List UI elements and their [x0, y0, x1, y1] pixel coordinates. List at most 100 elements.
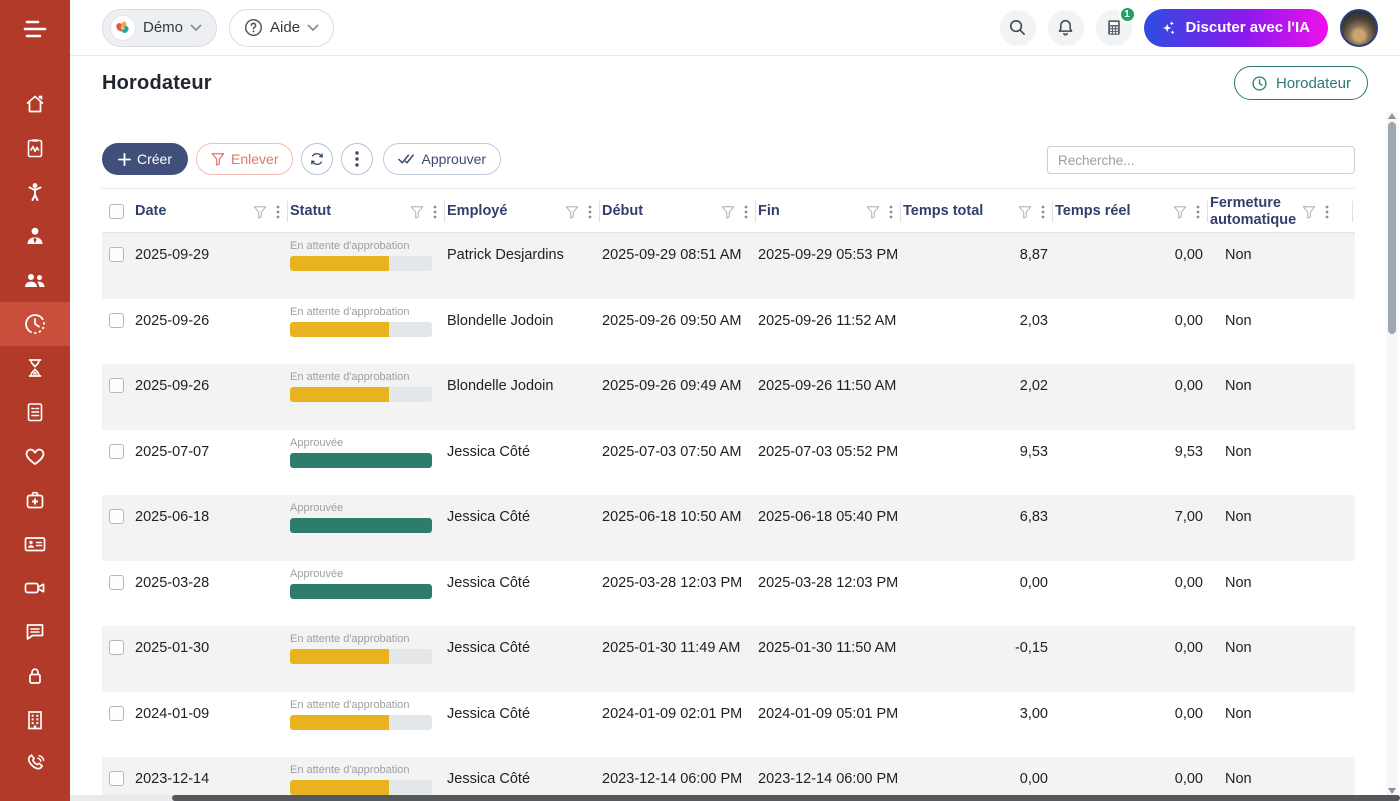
- vertical-scrollbar-thumb[interactable]: [1388, 122, 1396, 334]
- scroll-down-arrow-icon[interactable]: [1388, 788, 1396, 794]
- row-checkbox[interactable]: [109, 771, 124, 786]
- cell-total-time: 2,02: [903, 364, 1055, 394]
- status-progress-track: [290, 780, 432, 795]
- calculator-button[interactable]: 1: [1096, 10, 1132, 46]
- search-input[interactable]: [1047, 146, 1355, 174]
- sidebar-item-video[interactable]: [0, 566, 70, 610]
- column-menu-icon[interactable]: [1325, 205, 1329, 219]
- filter-icon[interactable]: [866, 205, 880, 219]
- row-checkbox[interactable]: [109, 247, 124, 262]
- help-menu[interactable]: Aide: [229, 9, 334, 47]
- sidebar-item-lock[interactable]: [0, 654, 70, 698]
- cell-employee: Blondelle Jodoin: [447, 364, 602, 394]
- scroll-up-arrow-icon[interactable]: [1388, 113, 1396, 119]
- row-checkbox[interactable]: [109, 640, 124, 655]
- cell-total-time: 6,83: [903, 495, 1055, 525]
- refresh-button[interactable]: [301, 143, 333, 175]
- first-aid-kit-icon: [23, 488, 47, 512]
- column-menu-icon[interactable]: [276, 205, 280, 219]
- remove-filter-button[interactable]: Enlever: [196, 143, 293, 175]
- column-header-statut[interactable]: Statut: [290, 189, 447, 234]
- column-header-debut[interactable]: Début: [602, 189, 758, 234]
- cell-total-time: -0,15: [903, 626, 1055, 656]
- sidebar-item-people[interactable]: [0, 258, 70, 302]
- cell-employee: Patrick Desjardins: [447, 233, 602, 263]
- cell-date: 2025-09-26: [135, 364, 290, 394]
- vertical-scrollbar[interactable]: [1386, 112, 1398, 795]
- sidebar-item-employee[interactable]: [0, 214, 70, 258]
- filter-icon[interactable]: [410, 205, 424, 219]
- bell-icon: [1056, 18, 1075, 38]
- row-checkbox[interactable]: [109, 706, 124, 721]
- table-row[interactable]: 2025-03-28 Approuvée Jessica Côté 2025-0…: [102, 561, 1355, 627]
- page-title: Horodateur: [102, 72, 212, 95]
- table-row[interactable]: 2025-06-18 Approuvée Jessica Côté 2025-0…: [102, 495, 1355, 561]
- column-menu-icon[interactable]: [1196, 205, 1200, 219]
- column-menu-icon[interactable]: [1041, 205, 1045, 219]
- cell-employee: Jessica Côté: [447, 757, 602, 787]
- more-options-button[interactable]: [341, 143, 373, 175]
- approve-button[interactable]: Approuver: [383, 143, 501, 175]
- filter-icon[interactable]: [1302, 205, 1316, 219]
- status-progress-track: [290, 322, 432, 337]
- column-menu-icon[interactable]: [588, 205, 592, 219]
- status-label: En attente d'approbation: [290, 699, 447, 711]
- row-checkbox[interactable]: [109, 575, 124, 590]
- table-row[interactable]: 2024-01-09 En attente d'approbation Jess…: [102, 692, 1355, 758]
- create-button[interactable]: Créer: [102, 143, 188, 175]
- sidebar-item-phone[interactable]: [0, 742, 70, 786]
- calculator-badge: 1: [1119, 6, 1136, 23]
- ai-chat-button[interactable]: Discuter avec l'IA: [1144, 9, 1328, 47]
- sidebar-item-reports[interactable]: [0, 126, 70, 170]
- horizontal-scrollbar[interactable]: [70, 795, 1400, 801]
- filter-icon[interactable]: [1018, 205, 1032, 219]
- question-circle-icon: [244, 18, 263, 37]
- menu-toggle-button[interactable]: [0, 6, 70, 52]
- user-avatar[interactable]: [1340, 9, 1378, 47]
- filter-icon[interactable]: [721, 205, 735, 219]
- search-button[interactable]: [1000, 10, 1036, 46]
- table-row[interactable]: 2025-09-26 En attente d'approbation Blon…: [102, 364, 1355, 430]
- view-selector-button[interactable]: Horodateur: [1234, 66, 1368, 100]
- row-checkbox[interactable]: [109, 378, 124, 393]
- column-menu-icon[interactable]: [889, 205, 893, 219]
- column-menu-icon[interactable]: [433, 205, 437, 219]
- company-switcher[interactable]: Démo: [102, 9, 217, 47]
- column-menu-icon[interactable]: [744, 205, 748, 219]
- cell-auto-close: Non: [1210, 430, 1355, 460]
- sidebar-item-first-aid[interactable]: [0, 478, 70, 522]
- status-progress-fill: [290, 780, 389, 795]
- sidebar-item-time-clock[interactable]: [0, 302, 70, 346]
- column-header-date[interactable]: Date: [135, 189, 290, 234]
- horizontal-scrollbar-thumb[interactable]: [172, 795, 1400, 801]
- table-row[interactable]: 2025-01-30 En attente d'approbation Jess…: [102, 626, 1355, 692]
- lock-icon: [23, 664, 47, 688]
- column-header-employe[interactable]: Employé: [447, 189, 602, 234]
- column-header-temps-total[interactable]: Temps total: [903, 189, 1055, 234]
- sidebar-item-id-card[interactable]: [0, 522, 70, 566]
- table-row[interactable]: 2025-09-29 En attente d'approbation Patr…: [102, 233, 1355, 299]
- column-header-temps-reel[interactable]: Temps réel: [1055, 189, 1210, 234]
- table-row[interactable]: 2025-07-07 Approuvée Jessica Côté 2025-0…: [102, 430, 1355, 496]
- column-header-fermeture-automatique[interactable]: Fermeture automatique: [1210, 189, 1355, 234]
- cell-end: 2025-09-26 11:52 AM: [758, 299, 903, 329]
- sidebar-item-chat[interactable]: [0, 610, 70, 654]
- row-checkbox[interactable]: [109, 313, 124, 328]
- column-header-fin[interactable]: Fin: [758, 189, 903, 234]
- sidebar-item-document[interactable]: [0, 390, 70, 434]
- filter-icon[interactable]: [565, 205, 579, 219]
- notifications-button[interactable]: [1048, 10, 1084, 46]
- sidebar-item-home[interactable]: [0, 82, 70, 126]
- cell-date: 2025-03-28: [135, 561, 290, 591]
- row-checkbox[interactable]: [109, 509, 124, 524]
- filter-icon[interactable]: [253, 205, 267, 219]
- sidebar-item-building[interactable]: [0, 698, 70, 742]
- sidebar-item-hourglass[interactable]: [0, 346, 70, 390]
- row-checkbox[interactable]: [109, 444, 124, 459]
- sidebar-item-child[interactable]: [0, 170, 70, 214]
- sidebar-item-heart[interactable]: [0, 434, 70, 478]
- select-all-checkbox[interactable]: [109, 204, 124, 219]
- table-row[interactable]: 2025-09-26 En attente d'approbation Blon…: [102, 299, 1355, 365]
- status-progress-fill: [290, 387, 389, 402]
- filter-icon[interactable]: [1173, 205, 1187, 219]
